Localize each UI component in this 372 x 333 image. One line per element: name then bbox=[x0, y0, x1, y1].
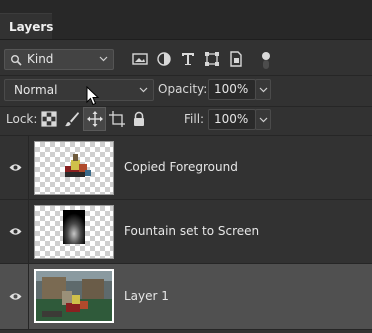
fill-input[interactable]: 100% bbox=[208, 109, 256, 130]
layer-thumbnail[interactable] bbox=[34, 269, 114, 323]
fountain-thumbnail-image bbox=[63, 210, 85, 244]
lock-position-button[interactable] bbox=[83, 107, 106, 131]
layer-thumbnail[interactable] bbox=[34, 205, 114, 259]
fill-dropdown-button[interactable] bbox=[255, 109, 271, 130]
divider bbox=[28, 136, 29, 199]
lock-label: Lock: bbox=[6, 112, 38, 126]
filter-kind-label: Kind bbox=[27, 52, 54, 66]
chevron-down-icon bbox=[259, 87, 268, 93]
tab-layers[interactable]: Layers bbox=[0, 13, 53, 39]
chevron-down-icon bbox=[139, 87, 148, 93]
visibility-eye-icon[interactable] bbox=[9, 163, 22, 172]
chevron-down-icon bbox=[259, 117, 268, 123]
image-filter-icon[interactable] bbox=[131, 50, 149, 68]
lock-artboard-icon[interactable] bbox=[109, 111, 125, 127]
lock-transparent-pixels-icon[interactable] bbox=[41, 111, 57, 127]
adjustment-filter-icon[interactable] bbox=[155, 50, 173, 68]
layer-name: Layer 1 bbox=[124, 289, 169, 303]
mouse-cursor-icon bbox=[86, 86, 100, 106]
layer-name: Copied Foreground bbox=[124, 160, 238, 174]
opacity-value: 100% bbox=[214, 82, 249, 96]
divider bbox=[0, 106, 372, 107]
filter-toggle-switch[interactable] bbox=[262, 52, 270, 60]
lock-all-icon[interactable] bbox=[131, 111, 147, 127]
smart-object-filter-icon[interactable] bbox=[227, 50, 245, 68]
divider bbox=[28, 264, 29, 329]
lock-position-icon bbox=[87, 111, 103, 127]
chevron-down-icon bbox=[99, 56, 108, 62]
photo-thumbnail-image bbox=[36, 271, 112, 321]
layer-row-selected[interactable]: Layer 1 bbox=[0, 264, 372, 330]
filter-kind-select[interactable]: Kind bbox=[4, 49, 114, 70]
filter-toggle-track bbox=[263, 60, 269, 69]
visibility-eye-icon[interactable] bbox=[9, 227, 22, 236]
fill-label: Fill: bbox=[184, 112, 205, 126]
blend-mode-select[interactable]: Normal bbox=[4, 79, 154, 101]
layers-panel: Layers Kind Normal Opacity: 100% Lock: F… bbox=[0, 0, 372, 333]
shape-filter-icon[interactable] bbox=[203, 50, 221, 68]
layer-name: Fountain set to Screen bbox=[124, 224, 260, 238]
visibility-eye-icon[interactable] bbox=[9, 292, 22, 301]
layer-thumbnail[interactable] bbox=[34, 141, 114, 195]
panel-tab-bar: Layers bbox=[0, 0, 372, 40]
divider bbox=[0, 75, 372, 76]
opacity-dropdown-button[interactable] bbox=[255, 79, 271, 100]
copied-foreground-thumbnail-image bbox=[65, 154, 91, 177]
divider bbox=[28, 200, 29, 263]
type-filter-icon[interactable] bbox=[179, 50, 197, 68]
layer-row[interactable]: Fountain set to Screen bbox=[0, 200, 372, 264]
blend-mode-value: Normal bbox=[14, 83, 58, 97]
opacity-input[interactable]: 100% bbox=[208, 79, 256, 100]
fill-value: 100% bbox=[214, 112, 249, 126]
search-icon bbox=[11, 55, 22, 66]
opacity-label: Opacity: bbox=[158, 82, 208, 96]
lock-image-pixels-icon[interactable] bbox=[64, 111, 80, 127]
layer-row[interactable]: Copied Foreground bbox=[0, 136, 372, 200]
